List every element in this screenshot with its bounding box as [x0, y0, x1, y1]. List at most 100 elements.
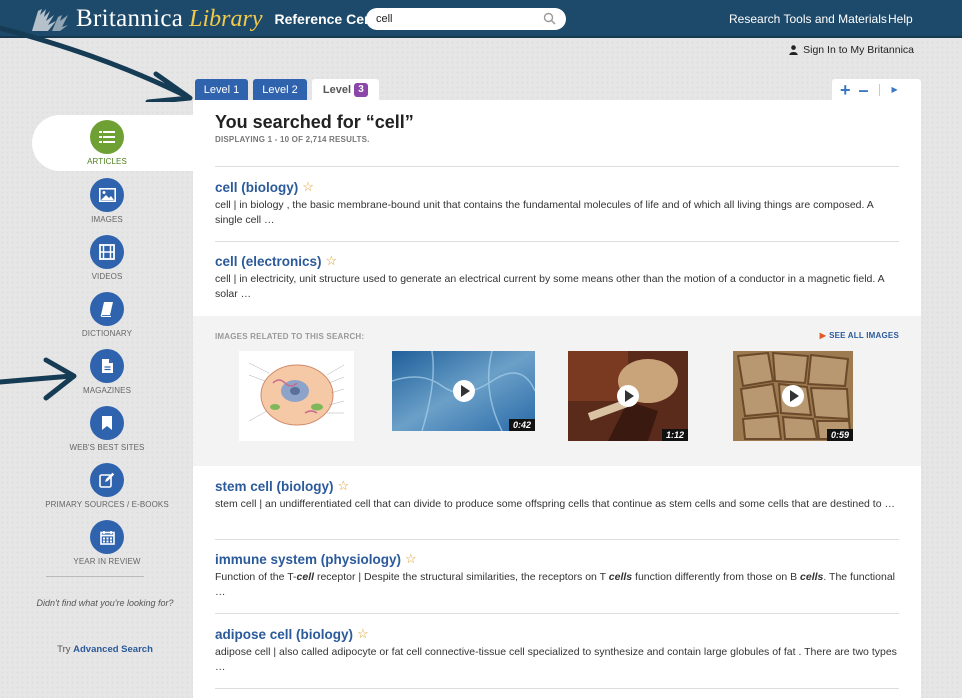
result-snippet: cell | in electricity, unit structure us…: [215, 273, 885, 300]
sign-in-link[interactable]: Sign In to My Britannica: [789, 44, 914, 56]
favorite-star-icon[interactable]: ☆: [357, 626, 369, 642]
sidebar-item-articles[interactable]: ARTICLES: [32, 120, 182, 166]
sidebar-item-images[interactable]: IMAGES: [32, 178, 182, 224]
video-thumbnail-3[interactable]: 0:59: [733, 351, 853, 441]
sidebar-item-videos[interactable]: VIDEOS: [32, 235, 182, 281]
sidebar-label-videos: VIDEOS: [91, 272, 123, 281]
try-prefix: Try: [57, 644, 74, 655]
zoom-in-icon[interactable]: +: [840, 81, 851, 99]
list-icon: [90, 120, 124, 154]
related-images-section: IMAGES RELATED TO THIS SEARCH: ▶ SEE ALL …: [193, 316, 921, 466]
expand-arrow-icon[interactable]: ▶: [892, 85, 898, 94]
snippet-highlight: cells: [608, 571, 633, 583]
sidebar-divider: [46, 576, 144, 577]
sidebar-item-dictionary[interactable]: DICTIONARY: [32, 292, 182, 338]
result-item: cell (biology) ☆ cell | in biology , the…: [215, 179, 899, 228]
cell-diagram-illustration: [248, 362, 345, 426]
sidebar-label-year-in-review: YEAR IN REVIEW: [73, 557, 141, 566]
advanced-search-link[interactable]: Advanced Search: [73, 644, 153, 655]
divider: [215, 166, 899, 167]
result-snippet: cell | in biology , the basic membrane-b…: [215, 199, 874, 226]
favorite-star-icon[interactable]: ☆: [326, 253, 338, 269]
result-title-link[interactable]: stem cell (biology): [215, 479, 334, 494]
sidebar-label-primary-sources: PRIMARY SOURCES / E-BOOKS: [45, 500, 169, 509]
advanced-search-prompt: Try Advanced Search: [30, 644, 180, 655]
result-title-link[interactable]: immune system (physiology): [215, 552, 401, 567]
see-all-images-label: SEE ALL IMAGES: [829, 331, 899, 340]
snippet-part: receptor | Despite the structural simila…: [314, 571, 609, 583]
sign-in-label: Sign In to My Britannica: [803, 44, 914, 56]
play-icon: [782, 385, 804, 407]
favorite-star-icon[interactable]: ☆: [405, 551, 417, 567]
page-title: You searched for “cell”: [215, 112, 414, 132]
divider: [215, 613, 899, 614]
snippet-part: function differently from those on B: [632, 571, 801, 583]
result-snippet: stem cell | an undifferentiated cell tha…: [215, 498, 895, 510]
tab-level-2-label: Level 2: [262, 83, 298, 96]
sidebar-item-webs-best-sites[interactable]: WEB'S BEST SITES: [32, 406, 182, 452]
help-link[interactable]: Help: [888, 12, 913, 26]
favorite-star-icon[interactable]: ☆: [302, 179, 314, 195]
snippet-part: Function of the T-: [215, 571, 297, 583]
tab-level-1[interactable]: Level 1: [195, 79, 248, 100]
search-input[interactable]: [366, 13, 536, 25]
snippet-highlight: cell: [296, 571, 315, 583]
sidebar-item-magazines[interactable]: MAGAZINES: [32, 349, 182, 395]
result-item: cell (electronics) ☆ cell | in electrici…: [215, 253, 899, 302]
sidebar-item-primary-sources[interactable]: PRIMARY SOURCES / E-BOOKS: [32, 463, 182, 509]
video-duration: 0:59: [826, 429, 853, 441]
sidebar-label-images: IMAGES: [91, 215, 123, 224]
result-snippet: Function of the T-cell receptor | Despit…: [215, 570, 899, 600]
sidebar-help-text: Didn't find what you're looking for?: [36, 598, 174, 608]
sidebar-label-webs-best-sites: WEB'S BEST SITES: [69, 443, 145, 452]
tab-level-3-label: Level: [322, 83, 352, 96]
tabs-pointer-arrow-icon: [0, 25, 193, 102]
snippet-highlight: cells: [800, 571, 824, 583]
calendar-icon: [90, 520, 124, 554]
research-tools-link[interactable]: Research Tools and Materials: [729, 12, 887, 26]
video-thumbnail-2[interactable]: 1:12: [568, 351, 688, 441]
level-badge: 3: [354, 82, 369, 97]
see-all-images-link[interactable]: ▶ SEE ALL IMAGES: [820, 331, 899, 340]
result-title-link[interactable]: cell (electronics): [215, 254, 322, 269]
tab-level-2[interactable]: Level 2: [253, 79, 307, 100]
sidebar-label-dictionary: DICTIONARY: [81, 329, 133, 338]
image-icon: [90, 178, 124, 212]
result-item: stem cell (biology) ☆ stem cell | an und…: [215, 478, 899, 512]
logo-library-text: Library: [189, 5, 263, 32]
tab-level-3[interactable]: Level 3: [312, 79, 379, 100]
search-box: [366, 8, 566, 30]
bookmark-icon: [90, 406, 124, 440]
triangle-right-icon: ▶: [819, 331, 827, 340]
zoom-controls: + – ▶: [832, 79, 921, 100]
zoom-out-icon[interactable]: –: [859, 81, 869, 99]
result-title-link[interactable]: cell (biology): [215, 180, 298, 195]
book-icon: [90, 292, 124, 326]
divider: [215, 539, 899, 540]
video-thumbnail-1[interactable]: 0:42: [392, 351, 535, 431]
tab-level-1-label: Level 1: [203, 83, 240, 96]
sidebar-label-magazines: MAGAZINES: [82, 386, 132, 395]
result-item: adipose cell (biology) ☆ adipose cell | …: [215, 626, 899, 675]
related-images-label: IMAGES RELATED TO THIS SEARCH:: [215, 332, 365, 341]
search-icon[interactable]: [543, 12, 556, 25]
sidebar-item-year-in-review[interactable]: YEAR IN REVIEW: [32, 520, 182, 566]
result-snippet: adipose cell | also called adipocyte or …: [215, 646, 897, 673]
result-title-link[interactable]: adipose cell (biology): [215, 627, 353, 642]
divider: [215, 241, 899, 242]
user-icon: [789, 45, 798, 55]
video-duration: 0:42: [508, 419, 535, 431]
edit-icon: [90, 463, 124, 497]
film-icon: [90, 235, 124, 269]
divider: [215, 688, 899, 689]
results-panel: You searched for “cell” DISPLAYING 1 - 1…: [193, 100, 921, 698]
image-thumbnail-cell-diagram[interactable]: [239, 351, 354, 441]
result-item: immune system (physiology) ☆ Function of…: [215, 551, 899, 600]
sidebar-label-articles: ARTICLES: [87, 157, 127, 166]
video-duration: 1:12: [661, 429, 688, 441]
zoom-separator: [878, 83, 880, 96]
results-count: DISPLAYING 1 - 10 OF 2,714 RESULTS.: [215, 135, 370, 144]
favorite-star-icon[interactable]: ☆: [338, 478, 350, 494]
document-icon: [90, 349, 124, 383]
play-icon: [452, 380, 475, 402]
